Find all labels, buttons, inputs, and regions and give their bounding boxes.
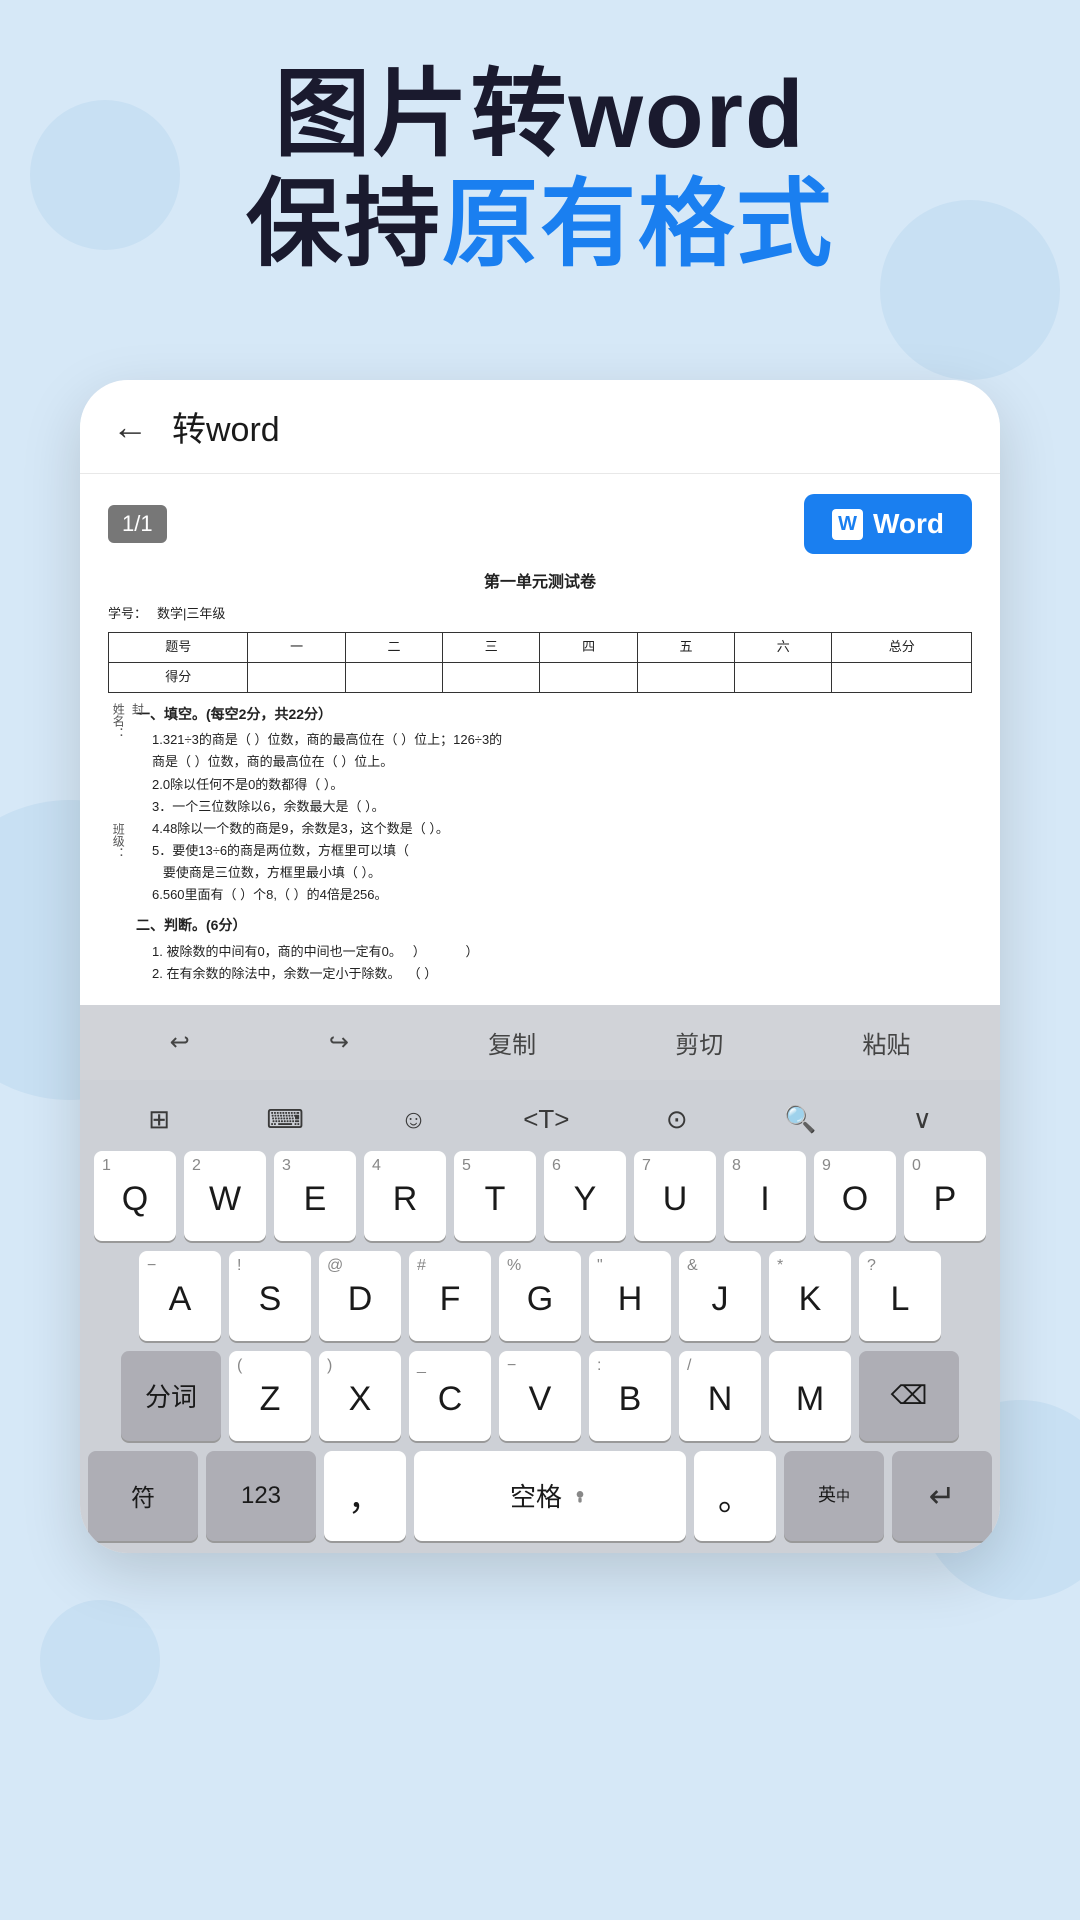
word-button[interactable]: W Word [804, 494, 972, 554]
doc-item-6: 6.560里面有（ ）个8,（ ）的4倍是256。 [152, 884, 972, 906]
name-label: 姓名： [108, 703, 127, 739]
copy-button[interactable]: 复制 [472, 1019, 552, 1066]
kb-collapse-icon[interactable]: ∨ [903, 1098, 942, 1141]
document-content: 第一单元测试卷 学号： 数学|三年级 题号 一 二 三 四 五 六 总分 得分 [108, 570, 972, 985]
key-a[interactable]: −A [139, 1251, 221, 1341]
key-g[interactable]: %G [499, 1251, 581, 1341]
hero-section: 图片转word 保持原有格式 [0, 60, 1080, 281]
key-s[interactable]: !S [229, 1251, 311, 1341]
student-id-label: 学号： [108, 604, 147, 625]
key-j[interactable]: &J [679, 1251, 761, 1341]
doc-title: 第一单元测试卷 [108, 570, 972, 596]
app-header: ← 转word [80, 380, 1000, 474]
doc-item-1: 1.321÷3的商是（ ）位数，商的最高位在（ ）位上；126÷3的商是（ ）位… [152, 729, 972, 773]
name-value: 封 [127, 703, 146, 739]
key-m[interactable]: M [769, 1351, 851, 1441]
section1: 一、填空。(每空2分，共22分） [136, 703, 972, 725]
hero-line1: 图片转word [60, 60, 1020, 170]
key-numbers[interactable]: 123 [206, 1451, 316, 1541]
score-table: 题号 一 二 三 四 五 六 总分 得分 [108, 632, 972, 693]
key-i[interactable]: 8I [724, 1151, 806, 1241]
key-enter[interactable]: ↵ [892, 1451, 992, 1541]
key-o[interactable]: 9O [814, 1151, 896, 1241]
doc-item-5: 5．要使13÷6的商是两位数，方框里可以填（ 要使商是三位数，方框里最小填（ ）… [152, 840, 972, 884]
page-indicator: 1/1 [108, 505, 167, 543]
key-u[interactable]: 7U [634, 1151, 716, 1241]
key-q[interactable]: 1Q [94, 1151, 176, 1241]
key-delete[interactable]: ⌫ [859, 1351, 959, 1441]
keyboard-bottom-row: 符 123 ， 空格 。 英中 ↵ [80, 1451, 1000, 1553]
key-y[interactable]: 6Y [544, 1151, 626, 1241]
key-k[interactable]: *K [769, 1251, 851, 1341]
key-h[interactable]: "H [589, 1251, 671, 1341]
key-x[interactable]: )X [319, 1351, 401, 1441]
kb-search-icon[interactable]: 🔍 [774, 1098, 826, 1141]
key-b[interactable]: :B [589, 1351, 671, 1441]
key-n[interactable]: /N [679, 1351, 761, 1441]
judge-item-2: 2. 在有余数的除法中，余数一定小于除数。 （ ） [152, 963, 972, 985]
keyboard-row-1: 1Q 2W 3E 4R 5T 6Y 7U 8I 9O 0P [88, 1151, 992, 1241]
key-e[interactable]: 3E [274, 1151, 356, 1241]
key-c[interactable]: _C [409, 1351, 491, 1441]
judge-item-1: 1. 被除数的中间有0，商的中间也一定有0。 ） ） [152, 941, 972, 963]
keyboard-row-2: −A !S @D #F %G "H &J *K ?L [88, 1251, 992, 1341]
key-comma[interactable]: ， [324, 1451, 406, 1541]
doc-item-3: 3．一个三位数除以6，余数最大是（ ）。 [152, 796, 972, 818]
back-button[interactable]: ← [112, 406, 148, 448]
kb-grid-icon[interactable]: ⊞ [138, 1098, 180, 1141]
key-t[interactable]: 5T [454, 1151, 536, 1241]
word-icon: W [832, 509, 863, 540]
section2: 二、判断。(6分） [136, 914, 972, 936]
keyboard: ⊞ ⌨ ☺ <T> ⊙ 🔍 ∨ 1Q 2W 3E 4R 5T 6Y 7U 8I … [80, 1080, 1000, 1553]
key-v[interactable]: −V [499, 1351, 581, 1441]
key-w[interactable]: 2W [184, 1151, 266, 1241]
undo-button[interactable]: ↩ [154, 1022, 206, 1063]
kb-emoji-icon[interactable]: ☺ [390, 1098, 437, 1141]
doc-toolbar: 1/1 W Word [108, 494, 972, 554]
document-area: 1/1 W Word 第一单元测试卷 学号： 数学|三年级 题号 一 二 三 四 [80, 474, 1000, 1005]
paste-button[interactable]: 粘贴 [846, 1019, 926, 1066]
doc-item-2: 2.0除以任何不是0的数都得（ ）。 [152, 774, 972, 796]
class-label: 班级： [108, 823, 127, 859]
kb-code-icon[interactable]: <T> [513, 1098, 579, 1141]
key-lang-switch[interactable]: 英中 [784, 1451, 884, 1541]
key-z[interactable]: (Z [229, 1351, 311, 1441]
key-p[interactable]: 0P [904, 1151, 986, 1241]
key-f[interactable]: #F [409, 1251, 491, 1341]
hero-line2: 保持原有格式 [60, 170, 1020, 280]
cut-button[interactable]: 剪切 [659, 1019, 739, 1066]
kb-keyboard-icon[interactable]: ⌨ [256, 1098, 314, 1141]
keyboard-toolbar: ↩ ↪ 复制 剪切 粘贴 [80, 1005, 1000, 1080]
key-r[interactable]: 4R [364, 1151, 446, 1241]
student-name: 数学|三年级 [157, 604, 225, 625]
app-title: 转word [172, 402, 280, 451]
keyboard-row-3: 分词 (Z )X _C −V :B /N M ⌫ [88, 1351, 992, 1441]
kb-link-icon[interactable]: ⊙ [656, 1098, 698, 1141]
keyboard-icon-row: ⊞ ⌨ ☺ <T> ⊙ 🔍 ∨ [80, 1088, 1000, 1151]
key-period[interactable]: 。 [694, 1451, 776, 1541]
phone-mockup: ← 转word 1/1 W Word 第一单元测试卷 学号： 数学|三年级 题号… [80, 380, 1000, 1553]
key-d[interactable]: @D [319, 1251, 401, 1341]
key-l[interactable]: ?L [859, 1251, 941, 1341]
key-symbols[interactable]: 符 [88, 1451, 198, 1541]
key-space[interactable]: 空格 [414, 1451, 686, 1541]
redo-button[interactable]: ↪ [313, 1022, 365, 1063]
key-fenci[interactable]: 分词 [121, 1351, 221, 1441]
doc-item-4: 4.48除以一个数的商是9，余数是3，这个数是（ ）。 [152, 818, 972, 840]
